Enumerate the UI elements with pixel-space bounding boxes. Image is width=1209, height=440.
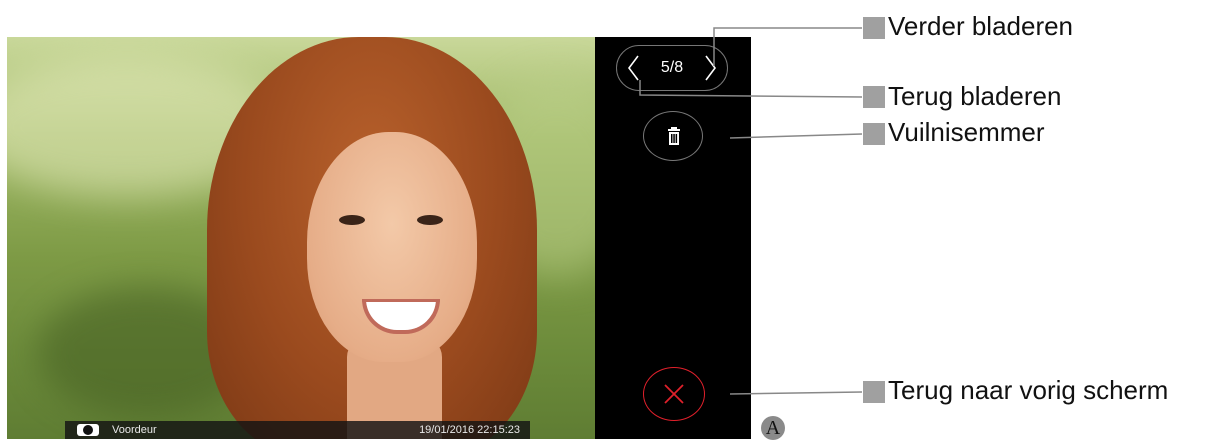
- trash-icon: [668, 127, 680, 145]
- callout-next: Verder bladeren: [888, 11, 1074, 41]
- callout-close: Terug naar vorig scherm: [888, 375, 1169, 405]
- figure-marker: A: [761, 416, 785, 440]
- person-eye: [339, 215, 365, 225]
- chevron-right-icon[interactable]: [699, 53, 721, 83]
- callout-prev: Terug bladeren: [888, 81, 1062, 111]
- callout-marker: [863, 123, 885, 145]
- callout-marker: [863, 86, 885, 108]
- snapshot-caption-bar: Voordeur 19/01/2016 22:15:23: [65, 421, 530, 439]
- callout-marker: [863, 381, 885, 403]
- image-navigator: 5/8: [616, 45, 728, 91]
- person-eye: [417, 215, 443, 225]
- close-icon: [664, 384, 684, 404]
- delete-button[interactable]: [643, 111, 703, 161]
- camera-location: Voordeur: [112, 424, 157, 436]
- camera-icon: [77, 424, 99, 436]
- callout-marker: [863, 17, 885, 39]
- callout-trash: Vuilnisemmer: [888, 117, 1045, 147]
- control-panel: 5/8: [595, 37, 751, 439]
- snapshot-photo: [7, 37, 595, 439]
- snapshot-datetime: 19/01/2016 22:15:23: [419, 424, 520, 436]
- close-button[interactable]: [643, 367, 705, 421]
